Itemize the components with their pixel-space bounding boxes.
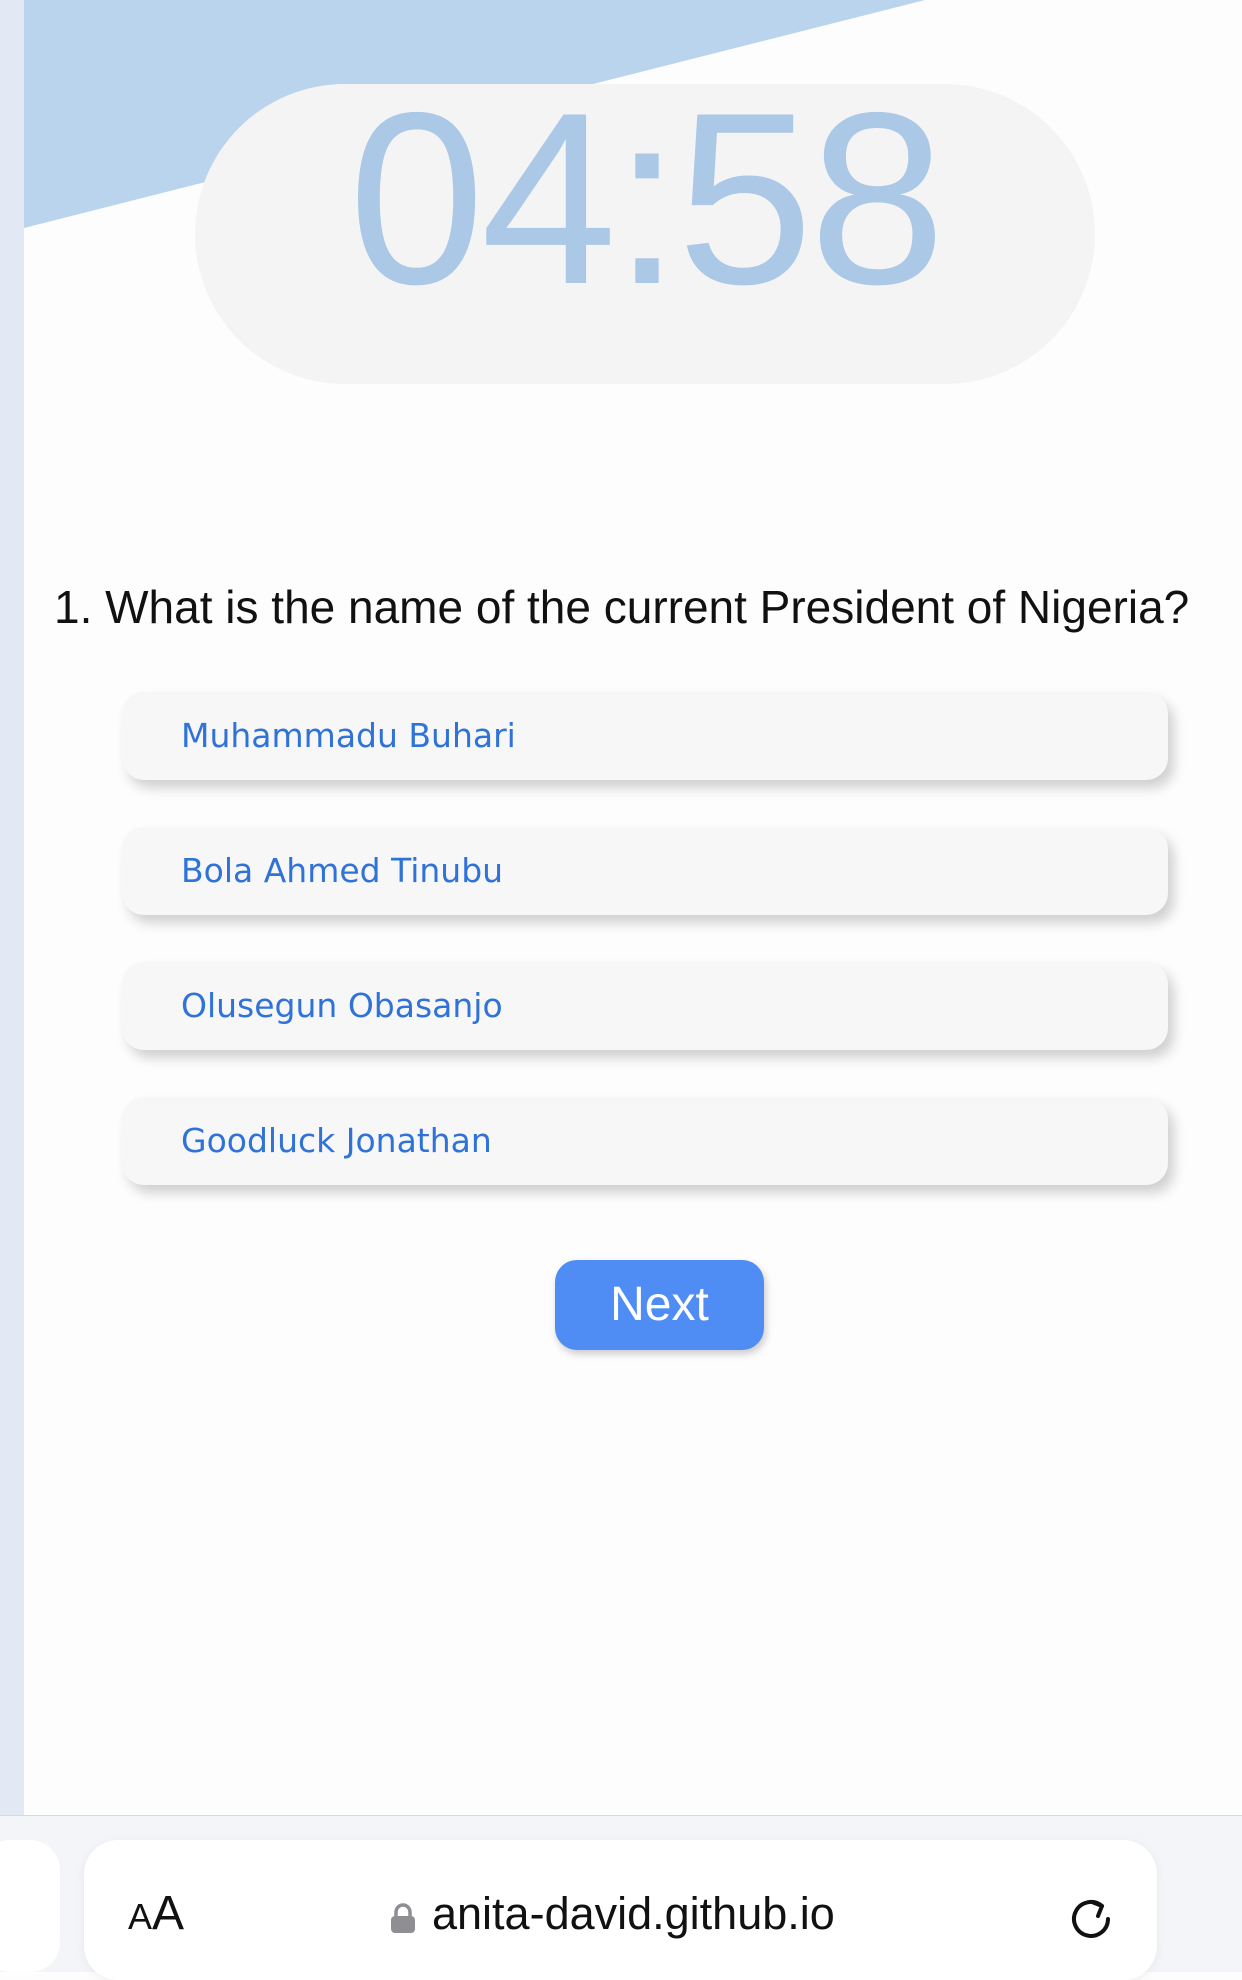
next-button[interactable]: Next <box>555 1260 764 1350</box>
answer-options: Muhammadu Buhari Bola Ahmed Tinubu Oluse… <box>122 692 1168 1232</box>
url-text[interactable]: anita-david.github.io <box>432 1886 835 1942</box>
text-size-large-label: A <box>152 1887 185 1940</box>
question-text: 1. What is the name of the current Presi… <box>54 581 1190 633</box>
answer-option[interactable]: Muhammadu Buhari <box>122 692 1168 780</box>
lock-icon <box>391 1903 415 1933</box>
previous-tab-preview[interactable] <box>0 1840 60 1972</box>
left-edge-rail <box>0 0 24 1815</box>
answer-option[interactable]: Bola Ahmed Tinubu <box>122 827 1168 915</box>
answer-option-label: Muhammadu Buhari <box>181 716 516 755</box>
browser-toolbar: AA anita-david.github.io <box>0 1815 1242 1980</box>
text-size-small-label: A <box>128 1896 153 1937</box>
answer-option[interactable]: Goodluck Jonathan <box>122 1097 1168 1185</box>
text-size-button[interactable]: AA <box>128 1888 184 1943</box>
answer-option-label: Olusegun Obasanjo <box>181 986 503 1025</box>
answer-option-label: Bola Ahmed Tinubu <box>181 851 504 890</box>
answer-option-label: Goodluck Jonathan <box>181 1121 492 1160</box>
answer-option[interactable]: Olusegun Obasanjo <box>122 962 1168 1050</box>
countdown-timer: 04:58 <box>348 61 945 335</box>
reload-icon[interactable] <box>1066 1894 1116 1944</box>
